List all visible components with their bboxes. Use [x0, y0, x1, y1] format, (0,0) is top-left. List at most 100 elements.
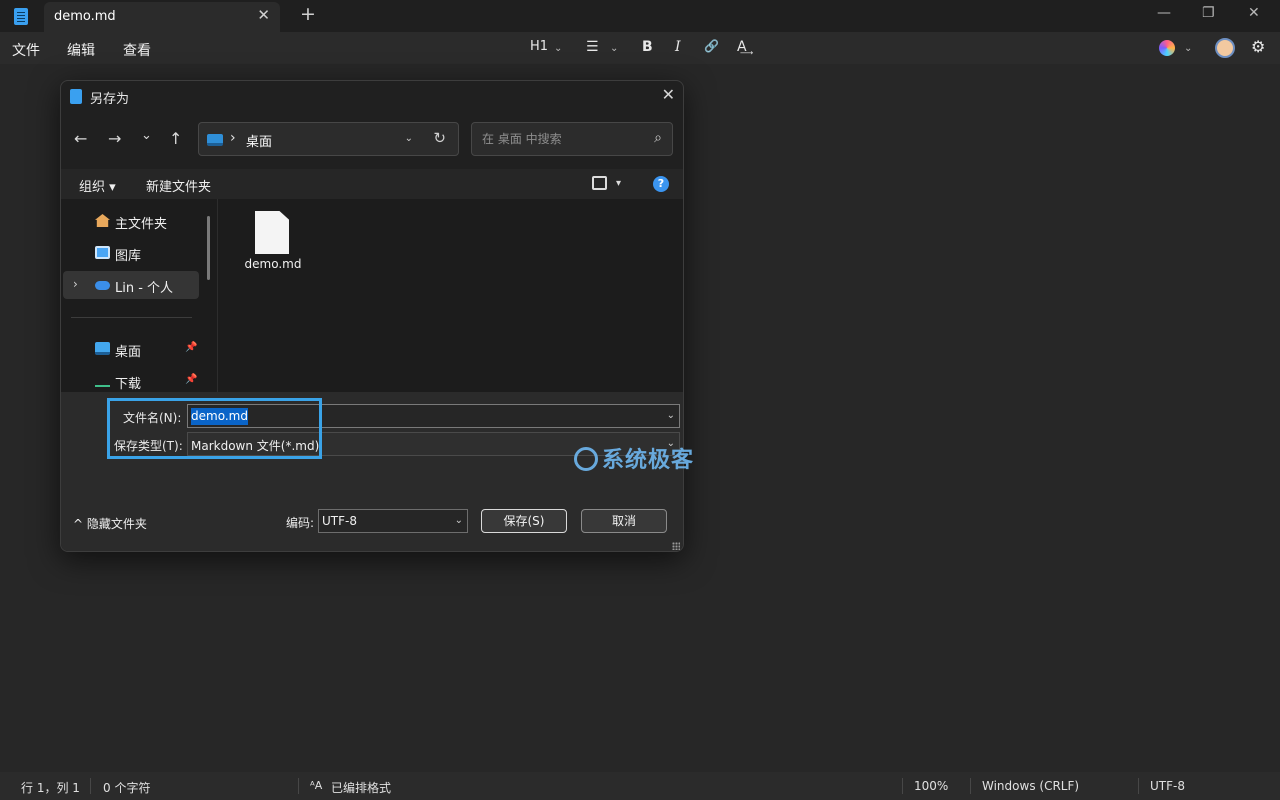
- minimize-icon[interactable]: —: [1157, 5, 1171, 21]
- status-bar: 行 1，列 1 0 个字符 ᴬA 已编排格式 100% Windows (CRL…: [0, 772, 1280, 800]
- copilot-icon[interactable]: [1159, 40, 1175, 56]
- file-name: demo.md: [244, 257, 302, 271]
- address-bar[interactable]: › 桌面 ⌄ ↻: [198, 122, 459, 156]
- annotation-highlight-frame: [107, 398, 322, 459]
- close-tab-icon[interactable]: ✕: [257, 6, 270, 24]
- status-divider: [902, 778, 903, 794]
- list-chevron-down-icon[interactable]: ⌄: [610, 43, 618, 54]
- search-input[interactable]: [472, 123, 642, 155]
- status-divider: [970, 778, 971, 794]
- menu-view[interactable]: 查看: [123, 40, 151, 60]
- cursor-position: 行 1，列 1: [21, 781, 80, 795]
- italic-button[interactable]: I: [675, 39, 681, 55]
- zoom-level[interactable]: 100%: [914, 779, 948, 793]
- tab-title: demo.md: [54, 9, 116, 24]
- dialog-title-bar: 另存为 ✕: [61, 81, 683, 111]
- pin-icon: 📌: [185, 374, 198, 385]
- nav-item-home[interactable]: 主文件夹: [63, 207, 199, 235]
- encoding-select[interactable]: UTF-8 ⌄: [318, 509, 468, 533]
- watermark-text: 系统极客: [602, 448, 695, 473]
- nav-divider: [71, 317, 192, 318]
- status-divider: [90, 778, 91, 794]
- encoding-value: UTF-8: [322, 514, 357, 528]
- character-count: 0 个字符: [103, 781, 151, 795]
- encoding-chevron-down-icon[interactable]: ⌄: [455, 515, 463, 526]
- pin-icon: 📌: [185, 342, 198, 353]
- help-icon[interactable]: ?: [653, 176, 669, 192]
- address-chevron-down-icon[interactable]: ⌄: [405, 133, 413, 144]
- menu-file[interactable]: 文件: [12, 40, 40, 60]
- filename-chevron-down-icon[interactable]: ⌄: [667, 410, 675, 421]
- new-folder-button[interactable]: 新建文件夹: [146, 176, 211, 195]
- nav-item-downloads[interactable]: 下载 📌: [63, 367, 199, 395]
- file-item-demo-md[interactable]: demo.md: [238, 209, 308, 279]
- desktop-folder-icon: [207, 134, 223, 146]
- nav-scrollbar[interactable]: [207, 216, 210, 280]
- refresh-icon[interactable]: ↻: [433, 129, 446, 147]
- encoding-status[interactable]: UTF-8: [1150, 779, 1185, 793]
- bold-button[interactable]: B: [642, 39, 653, 55]
- notepad-icon: [14, 8, 28, 25]
- menu-edit[interactable]: 编辑: [67, 40, 95, 60]
- breadcrumb-separator: ›: [230, 130, 236, 146]
- breadcrumb-desktop[interactable]: 桌面: [246, 131, 272, 150]
- back-icon[interactable]: ←: [74, 129, 87, 148]
- nav-label-onedrive: Lin - 个人: [115, 281, 174, 296]
- spellcheck-icon[interactable]: A͢: [737, 39, 747, 55]
- close-window-icon[interactable]: ✕: [1248, 5, 1260, 21]
- command-bar: 组织 ▾ 新建文件夹 ▾ ?: [61, 169, 683, 199]
- status-divider: [298, 778, 299, 794]
- maximize-icon[interactable]: ❐: [1202, 5, 1215, 21]
- link-icon[interactable]: 🔗: [704, 39, 719, 53]
- avatar[interactable]: [1215, 38, 1235, 58]
- nav-item-gallery[interactable]: 图库: [63, 239, 199, 267]
- save-as-dialog: 另存为 ✕ ← → ⌄ ↑ › 桌面 ⌄ ↻ ⌕ 组织 ▾ 新建文件夹 ▾ ? …: [60, 80, 684, 552]
- view-mode-dropdown-icon[interactable]: ▾: [616, 178, 621, 189]
- onedrive-icon: [95, 281, 110, 290]
- home-icon: [95, 214, 110, 227]
- save-button[interactable]: 保存(S): [481, 509, 567, 533]
- nav-label-home: 主文件夹: [115, 217, 168, 232]
- search-box[interactable]: ⌕: [471, 122, 673, 156]
- navigation-pane: 主文件夹 图库 › Lin - 个人 桌面 📌 下载 📌: [61, 199, 217, 392]
- nav-label-desktop: 桌面: [115, 345, 142, 360]
- view-mode-icon[interactable]: [592, 176, 607, 190]
- up-icon[interactable]: ↑: [169, 129, 182, 148]
- forward-icon[interactable]: →: [108, 129, 121, 148]
- format-icon[interactable]: ᴬA: [310, 779, 322, 792]
- gallery-icon: [95, 246, 110, 259]
- encoding-label: 编码:: [286, 516, 315, 530]
- desktop-folder-icon: [95, 342, 110, 355]
- file-list: demo.md: [217, 199, 683, 392]
- tab-demo-md[interactable]: demo.md ✕: [44, 2, 280, 32]
- title-bar: demo.md ✕ + — ❐ ✕: [0, 0, 1280, 32]
- resize-grip-icon[interactable]: [672, 542, 680, 550]
- watermark-logo-icon: [574, 447, 598, 471]
- expand-chevron-icon[interactable]: ›: [73, 277, 78, 291]
- recent-locations-chevron-icon[interactable]: ⌄: [141, 128, 152, 143]
- format-status[interactable]: 已编排格式: [331, 779, 391, 796]
- notepad-icon: [70, 89, 82, 104]
- heading-chevron-down-icon[interactable]: ⌄: [554, 43, 562, 54]
- menu-bar: 文件 编辑 查看 H1 ⌄ ☰ ⌄ B I 🔗 A͢ ⌄ ⚙: [0, 32, 1280, 64]
- organize-button[interactable]: 组织 ▾: [79, 176, 116, 195]
- dialog-title: 另存为: [90, 92, 130, 107]
- list-icon[interactable]: ☰: [586, 39, 599, 55]
- copilot-chevron-down-icon[interactable]: ⌄: [1184, 43, 1192, 54]
- download-icon: [95, 374, 110, 387]
- line-ending[interactable]: Windows (CRLF): [982, 779, 1079, 793]
- search-icon[interactable]: ⌕: [654, 130, 662, 146]
- nav-item-onedrive[interactable]: › Lin - 个人: [63, 271, 199, 299]
- close-dialog-icon[interactable]: ✕: [662, 85, 675, 104]
- watermark: 系统极客: [574, 442, 694, 474]
- nav-item-desktop[interactable]: 桌面 📌: [63, 335, 199, 363]
- cancel-button[interactable]: 取消: [581, 509, 667, 533]
- nav-label-gallery: 图库: [115, 249, 142, 264]
- status-divider: [1138, 778, 1139, 794]
- nav-label-downloads: 下载: [115, 377, 142, 392]
- document-icon: [255, 211, 289, 254]
- heading-button[interactable]: H1: [530, 39, 548, 54]
- hide-folders-button[interactable]: ^ 隐藏文件夹: [73, 515, 147, 532]
- new-tab-icon[interactable]: +: [300, 3, 316, 25]
- gear-icon[interactable]: ⚙: [1251, 37, 1265, 56]
